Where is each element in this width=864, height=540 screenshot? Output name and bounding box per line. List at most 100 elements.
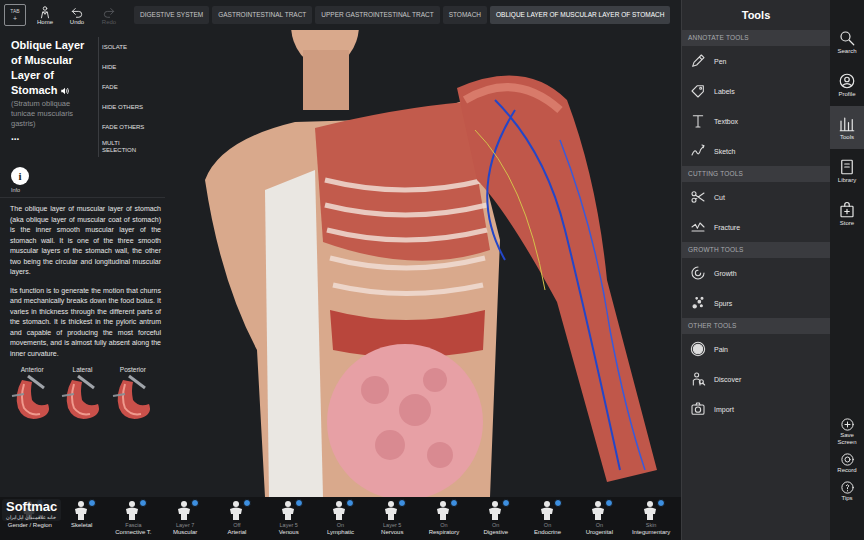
structure-actions: ISOLATEHIDEFADEHIDE OTHERSFADE OTHERSMUL… [98,30,155,157]
nav-rail-action[interactable]: Save Screen [830,417,864,446]
layer-name: Gender / Region [8,522,52,529]
scissors-icon [690,189,706,205]
camera-icon [690,401,706,417]
structure-header: Oblique Layer of Muscular Layer of Stoma… [0,30,165,157]
action-button[interactable]: ISOLATE [98,37,155,57]
layer-button[interactable]: OffArterial [211,497,263,540]
layer-button[interactable]: OnEndocrine [522,497,574,540]
nav-rail-item[interactable]: Tools [830,106,864,149]
breadcrumb[interactable]: STOMACH [443,6,487,24]
tool-item[interactable]: Pain [682,334,830,364]
nav-rail-action[interactable]: Tips [830,480,864,502]
breadcrumb[interactable]: OBLIQUE LAYER OF MUSCULAR LAYER OF STOMA… [490,6,670,24]
nav-label: Undo [70,19,84,26]
anatomy-viewport[interactable] [165,30,681,497]
tool-item[interactable]: Fracture [682,212,830,242]
layer-button[interactable]: OnRespiratory [418,497,470,540]
action-button[interactable]: FADE [98,77,155,97]
nav-rail-item[interactable]: Store [830,192,864,235]
more-button[interactable]: ... [11,131,95,143]
layer-figure [486,500,506,522]
action-button[interactable]: HIDE [98,57,155,77]
layer-badge [398,499,406,507]
tool-section-header: GROWTH TOOLS [682,242,830,258]
tool-item[interactable]: Import [682,394,830,424]
store-icon [838,201,856,219]
tool-item[interactable]: Cut [682,182,830,212]
tool-item[interactable]: Pen [682,46,830,76]
nav-rail-item[interactable]: Profile [830,63,864,106]
nav-label: Redo [102,19,116,26]
info-tab[interactable]: iInfo [0,157,165,194]
breadcrumb[interactable]: UPPER GASTROINTESTINAL TRACT [315,6,439,24]
layer-figure [589,500,609,522]
layer-button[interactable]: FasciaConnective T. [108,497,160,540]
nav-button: Redo [96,5,122,26]
home-icon [38,5,52,19]
nav-rail-action[interactable]: Record [830,452,864,474]
stomach-view[interactable]: Anterior [8,365,56,426]
breadcrumb[interactable]: GASTROINTESTINAL TRACT [212,6,312,24]
info-icon[interactable]: i [11,167,29,185]
workspace: Oblique Layer of Muscular Layer of Stoma… [0,30,681,497]
structure-title-block: Oblique Layer of Muscular Layer of Stoma… [0,30,98,157]
layer-name: Digestive [483,529,508,536]
layer-name: Arterial [227,529,246,536]
nav-rail-bottom: Save Screen Record Tips [830,417,864,502]
nav-button[interactable]: Home [32,5,58,26]
tool-section-header: CUTTING TOOLS [682,166,830,182]
stomach-view[interactable]: Posterior [109,365,157,426]
layer-button[interactable]: Layer 5Nervous [366,497,418,540]
stomach-thumbnail [109,374,157,426]
nav-rail-action-label: Save Screen [832,432,862,446]
spurs-icon [690,295,706,311]
tool-item[interactable]: Labels [682,76,830,106]
layer-badge [295,499,303,507]
breadcrumb[interactable]: DIGESTIVE SYSTEM [134,6,209,24]
description-paragraph: Its function is to generate the motion t… [10,286,161,360]
stomach-view[interactable]: Lateral [58,365,106,426]
tools-icon [838,115,856,133]
nav-rail-item[interactable]: Library [830,149,864,192]
layer-name: Venous [279,529,299,536]
record-icon [840,452,855,467]
section-title: OTHER TOOLS [688,322,737,330]
layer-button[interactable]: OnUrogenital [573,497,625,540]
tool-item[interactable]: Sketch [682,136,830,166]
action-button[interactable]: FADE OTHERS [98,117,155,137]
undo-icon [70,5,84,19]
sound-icon[interactable] [60,86,70,96]
breadcrumbs: DIGESTIVE SYSTEMGASTROINTESTINAL TRACTUP… [134,6,670,24]
layer-button[interactable]: SkinIntegumentary [625,497,677,540]
action-button[interactable]: MULTI SELECTION [98,137,155,157]
tool-item[interactable]: Spurs [682,288,830,318]
layer-figure [538,500,558,522]
tool-label: Spurs [714,299,732,308]
layer-button[interactable]: OnDigestive [470,497,522,540]
layer-button[interactable]: Layer 5Venous [263,497,315,540]
tool-item[interactable]: Discover [682,364,830,394]
save-screen-icon [840,417,855,432]
tool-item[interactable]: Textbox [682,106,830,136]
structure-title: Oblique Layer of Muscular Layer of Stoma… [11,38,95,98]
view-label: Lateral [73,365,93,374]
tool-label: Cut [714,193,725,202]
nav-rail-action-label: Record [832,467,862,474]
layer-figure [123,500,143,522]
layer-button[interactable]: OnLymphatic [315,497,367,540]
layer-button[interactable]: Skeletal [56,497,108,540]
nav-rail-top: Search Profile Tools LibraryStore [830,20,864,235]
action-button[interactable]: HIDE OTHERS [98,97,155,117]
tool-item[interactable]: Growth [682,258,830,288]
nav-button[interactable]: Undo [64,5,90,26]
layer-button[interactable]: Layer 7Muscular [159,497,211,540]
layer-name: Lymphatic [327,529,354,536]
nav-rail-label: Profile [838,90,855,98]
layer-status: Skin [646,522,657,529]
nav-rail-label: Search [837,47,856,55]
tool-section-header: ANNOTATE TOOLS [682,30,830,46]
tab-button[interactable]: TAB+ [4,4,26,26]
nav-rail-item[interactable]: Search [830,20,864,63]
layer-badge [88,499,96,507]
nav-rail-label: Tools [840,133,854,141]
